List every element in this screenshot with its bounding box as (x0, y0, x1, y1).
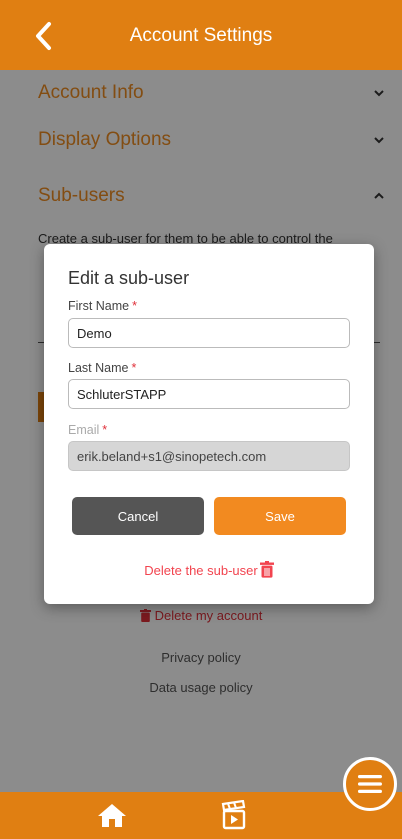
edit-sub-user-dialog: Edit a sub-user First Name * Demo Last Na… (44, 244, 374, 604)
menu-button[interactable] (343, 757, 397, 811)
email-input: erik.beland+s1@sinopetech.com (68, 441, 350, 471)
first-name-value: Demo (77, 325, 112, 341)
clapperboard-icon (221, 799, 246, 830)
dialog-title: Edit a sub-user (68, 268, 190, 288)
save-label: Save (265, 508, 295, 524)
last-name-input[interactable]: SchluterSTAPP (68, 379, 350, 409)
required-mark: * (131, 361, 137, 375)
first-name-label: First Name * (68, 299, 137, 313)
required-mark: * (102, 423, 108, 437)
first-name-input[interactable]: Demo (68, 318, 350, 348)
last-name-label-text: Last Name (68, 361, 129, 375)
delete-sub-user-link[interactable]: Delete the sub-user (44, 561, 374, 578)
home-button[interactable] (97, 802, 127, 833)
app-header: Account Settings (0, 0, 402, 70)
first-name-label-text: First Name (68, 299, 130, 313)
bottom-nav (0, 792, 402, 839)
last-name-value: SchluterSTAPP (77, 386, 167, 402)
cancel-label: Cancel (117, 508, 159, 524)
last-name-label: Last Name * (68, 361, 136, 375)
scenes-button[interactable] (221, 799, 247, 835)
email-label: Email * (68, 423, 107, 437)
cancel-button[interactable]: Cancel (72, 497, 204, 535)
email-label-text: Email (68, 423, 100, 437)
hamburger-menu-icon (358, 775, 382, 793)
save-button[interactable]: Save (214, 497, 346, 535)
email-value: erik.beland+s1@sinopetech.com (77, 448, 267, 464)
required-mark: * (132, 299, 137, 313)
home-icon (98, 804, 126, 827)
delete-sub-user-label: Delete the sub-user (144, 563, 258, 578)
trash-icon (259, 561, 274, 578)
page-title: Account Settings (129, 25, 273, 46)
